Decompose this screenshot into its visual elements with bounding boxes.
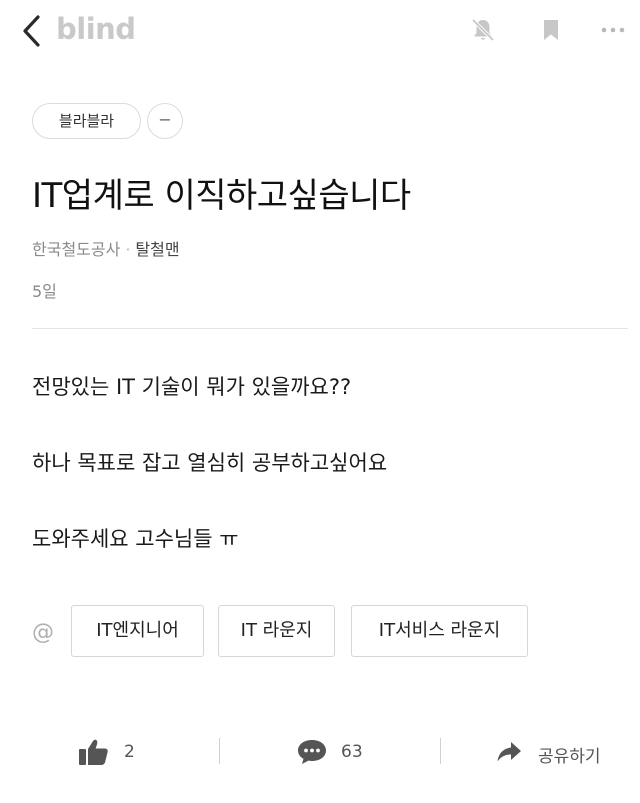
post-time: 5일 [32,282,57,301]
notification-off-icon [471,18,495,42]
action-bar: 2 63 공유하기 [0,722,640,782]
action-separator [440,738,441,764]
action-separator [219,738,220,764]
tag-it-service-lounge[interactable]: IT서비스 라운지 [351,605,528,657]
share-arrow-icon [497,742,521,762]
divider [32,328,628,329]
share-button[interactable]: 공유하기 [496,722,616,782]
back-button[interactable] [20,14,44,48]
back-chevron-icon [23,15,40,47]
thumbs-up-icon [79,739,108,765]
post-title: IT업계로 이직하고싶습니다 [32,176,411,216]
post-body-line: 도와주세요 고수님들 ㅠ [32,527,239,551]
top-bar: blind [0,0,640,62]
post-body-line: 하나 목표로 잡고 열심히 공부하고싶어요 [32,451,388,475]
author-name[interactable]: 탈철맨 [135,240,179,259]
notification-toggle-button[interactable] [470,17,496,43]
board-chip-toggle-button[interactable]: − [147,103,183,139]
comment-icon [298,740,326,764]
like-count: 2 [124,742,135,762]
board-chip[interactable]: 블라블라 [32,103,141,139]
brand-logo: blind [56,12,136,46]
share-label: 공유하기 [538,747,601,767]
bookmark-button[interactable] [538,17,564,43]
company-name[interactable]: 한국철도공사 [32,240,120,259]
bookmark-icon [544,20,558,40]
tag-it-lounge[interactable]: IT 라운지 [218,605,335,657]
meta-separator: · [125,240,131,259]
like-button[interactable]: 2 [78,722,168,782]
more-icon [601,27,625,33]
tag-it-engineer[interactable]: IT엔지니어 [71,605,204,657]
post-meta: 한국철도공사 · 탈철맨 [32,236,180,260]
post-body-line: 전망있는 IT 기술이 뭐가 있을까요?? [32,375,352,399]
comment-count: 63 [341,742,363,762]
more-button[interactable] [600,17,626,43]
comment-button[interactable]: 63 [296,722,386,782]
at-icon: @ [32,620,54,645]
